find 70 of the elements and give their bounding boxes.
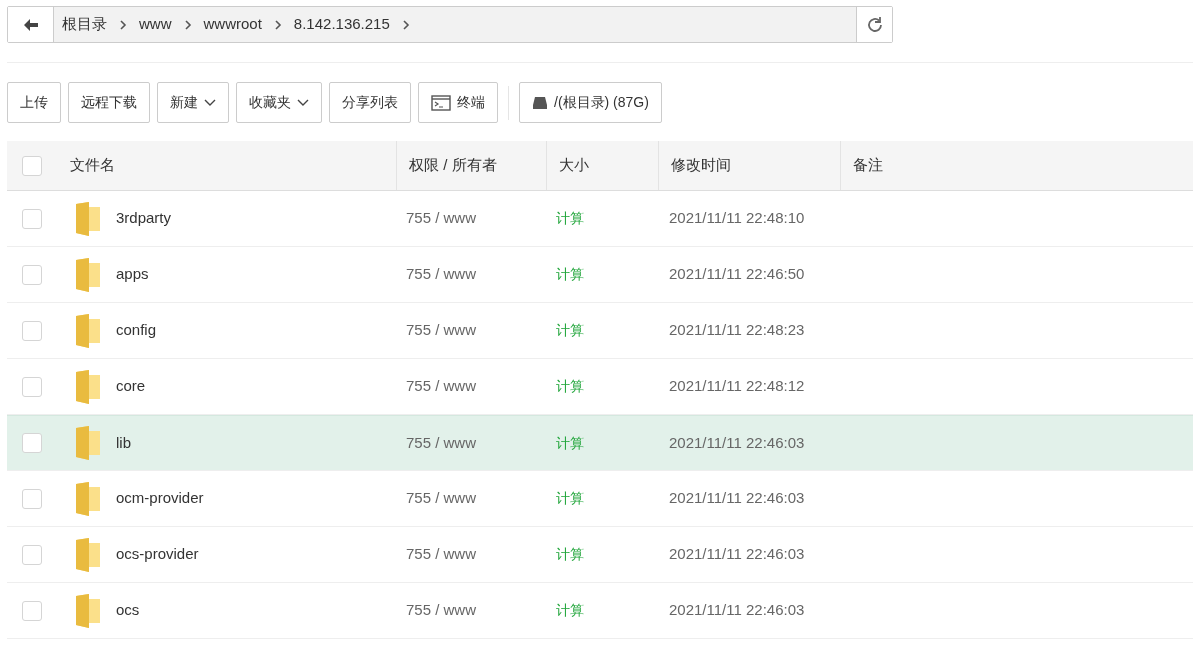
toolbar-button[interactable]: 新建 [157, 82, 229, 123]
breadcrumb-item[interactable]: 根目录 [62, 13, 107, 36]
back-button[interactable] [8, 7, 54, 42]
breadcrumb-item[interactable]: 8.142.136.215 [293, 13, 390, 36]
file-name[interactable]: ocs-provider [116, 543, 199, 566]
checkbox[interactable] [22, 264, 42, 285]
chevron-down-icon [204, 98, 216, 107]
toolbar-button[interactable]: 收藏夹 [236, 82, 322, 123]
chevron-right-icon [183, 19, 192, 30]
table-cell: 2021/11/11 22:46:03 [669, 489, 805, 507]
file-name[interactable]: ocm-provider [116, 487, 204, 510]
checkbox[interactable] [22, 376, 42, 397]
table-cell: 755 / www [406, 209, 477, 227]
table-cell: 2021/11/11 22:46:03 [669, 601, 805, 619]
checkbox[interactable] [22, 320, 42, 341]
folder-icon [75, 200, 101, 237]
folder-icon [75, 425, 101, 461]
file-name[interactable]: 3rdparty [116, 207, 172, 230]
checkbox[interactable] [22, 544, 42, 565]
folder-icon [75, 592, 101, 629]
folder-icon [75, 368, 101, 405]
table-cell: 2021/11/11 22:46:50 [669, 265, 805, 283]
chevron-down-icon [297, 98, 309, 107]
table-cell: 2021/11/11 22:48:12 [669, 377, 805, 395]
toolbar-button[interactable]: 分享列表 [329, 82, 411, 123]
folder-icon [75, 536, 101, 573]
file-name[interactable]: apps [116, 263, 149, 286]
checkbox[interactable] [22, 600, 42, 621]
chevron-right-icon [119, 19, 127, 30]
folder-icon [75, 480, 101, 517]
toolbar-button[interactable]: /(根目录) (87G) [519, 82, 662, 123]
breadcrumb-item[interactable]: www [139, 13, 172, 36]
table-cell: 755 / www [406, 321, 477, 339]
table-cell: 755 / www [406, 545, 477, 563]
breadcrumb-item[interactable]: wwwroot [203, 13, 262, 36]
column-header[interactable]: 修改时间 [671, 154, 731, 177]
column-header[interactable]: 备注 [853, 154, 883, 177]
checkbox[interactable] [22, 433, 42, 453]
table-cell: 755 / www [406, 433, 477, 451]
table-cell: 755 / www [406, 489, 477, 507]
chevron-right-icon [401, 19, 410, 30]
terminal-icon [431, 94, 451, 111]
file-name[interactable]: lib [116, 431, 131, 455]
checkbox[interactable] [22, 488, 42, 509]
table-cell: 755 / www [406, 377, 477, 395]
refresh-button[interactable] [856, 7, 892, 42]
table-cell: 2021/11/11 22:46:03 [669, 545, 805, 563]
chevron-right-icon [273, 19, 282, 30]
checkbox[interactable] [22, 208, 42, 229]
file-name[interactable]: ocs [116, 599, 140, 622]
file-row[interactable]: lib 755 / www 计算 2021/11/11 22:46:03 [7, 415, 1193, 471]
folder-icon [75, 256, 101, 293]
hard-drive-icon [532, 95, 548, 110]
folder-icon [75, 312, 101, 349]
file-name[interactable]: config [116, 319, 157, 342]
toolbar-button[interactable]: 终端 [418, 82, 498, 123]
refresh-icon [865, 15, 884, 34]
column-header[interactable]: 文件名 [70, 154, 115, 177]
table-cell: 2021/11/11 22:48:10 [669, 209, 805, 227]
column-header[interactable]: 权限 / 所有者 [409, 154, 497, 177]
file-name[interactable]: core [116, 375, 146, 398]
toolbar-button[interactable]: 上传 [7, 82, 61, 123]
table-cell: 2021/11/11 22:46:03 [669, 433, 805, 451]
toolbar-button[interactable]: 远程下载 [68, 82, 150, 123]
column-header[interactable]: 大小 [559, 154, 589, 177]
arrow-left-icon [22, 17, 39, 32]
checkbox[interactable] [22, 155, 42, 176]
table-cell: 755 / www [406, 265, 477, 283]
table-cell: 2021/11/11 22:48:23 [669, 321, 805, 339]
table-cell: 755 / www [406, 601, 477, 619]
